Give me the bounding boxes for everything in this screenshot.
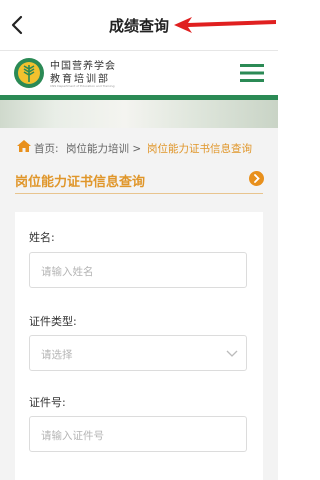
top-nav-bar: 成绩查询: [0, 0, 278, 51]
idtype-select[interactable]: 请选择: [29, 335, 247, 371]
red-arrow-annotation: [174, 17, 276, 33]
org-name-english: CNS Department of Education and Training: [50, 84, 115, 88]
hamburger-menu-icon[interactable]: [240, 63, 264, 83]
emblem-logo: [14, 58, 44, 88]
idno-label: 证件号:: [29, 396, 66, 409]
brand-header: 中国营养学会 教育培训部 CNS Department of Education…: [0, 51, 278, 95]
breadcrumb-home[interactable]: 首页:: [34, 141, 59, 156]
breadcrumb-current: 岗位能力证书信息查询: [147, 143, 252, 155]
go-button[interactable]: [249, 171, 264, 186]
idtype-selected-value: 请选择: [41, 349, 73, 361]
name-placeholder: 请输入姓名: [41, 266, 94, 278]
banner-image: [0, 95, 278, 128]
name-input[interactable]: 请输入姓名: [29, 252, 247, 288]
idno-input[interactable]: 请输入证件号: [29, 416, 247, 452]
idtype-label: 证件类型:: [29, 315, 77, 328]
org-name-line2: 教育培训部: [50, 74, 110, 85]
breadcrumb-level1[interactable]: 岗位能力培训 >: [66, 141, 141, 156]
section-header: 岗位能力证书信息查询: [0, 164, 278, 198]
breadcrumb: 首页: 岗位能力培训 > 岗位能力证书信息查询: [0, 128, 278, 164]
section-title: 岗位能力证书信息查询: [15, 175, 146, 190]
name-label: 姓名:: [29, 231, 55, 244]
idno-placeholder: 请输入证件号: [41, 430, 104, 442]
go-arrow-icon: [254, 174, 260, 183]
chevron-down-icon: [226, 350, 238, 357]
banner-stripe: [0, 95, 278, 100]
home-icon: [17, 140, 31, 152]
section-divider: [15, 193, 263, 194]
